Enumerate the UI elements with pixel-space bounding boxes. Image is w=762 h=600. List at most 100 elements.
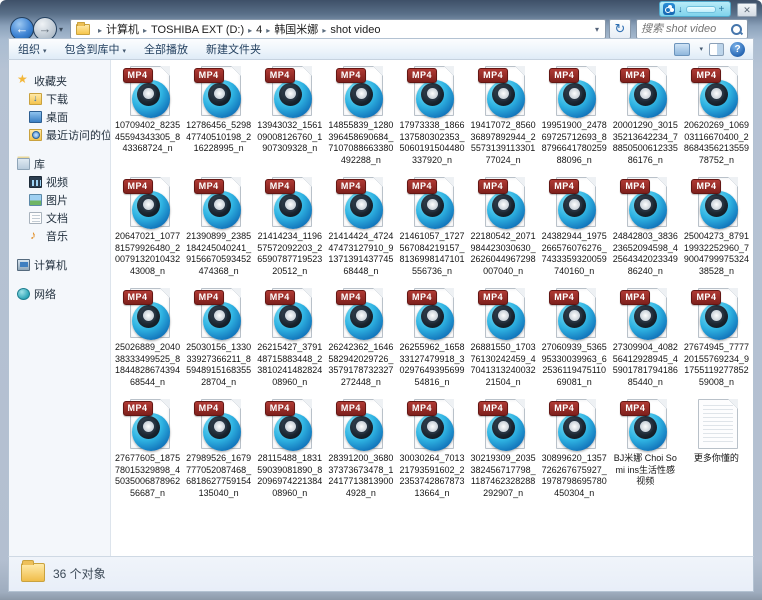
sidebar-item[interactable]: 文档 (29, 210, 110, 225)
file-item[interactable]: MP421414424_472447473127910_913713914377… (325, 174, 396, 285)
file-item[interactable]: MP421414234_119657572092203_265907877195… (254, 174, 325, 285)
file-name: 13943032_156109008126760_1907309328_n (256, 120, 323, 155)
file-name: 25026889_204038333499525_818448286743946… (114, 342, 181, 388)
mp4-file-icon: MP4 (478, 399, 528, 452)
file-item[interactable]: MP4 25026889_204038333499525_818448286743… (112, 285, 183, 396)
refresh-button[interactable]: ↻ (609, 19, 631, 39)
file-item[interactable]: MP425030156_133033927366211_859489151683… (183, 285, 254, 396)
file-item[interactable]: MP430899620_1357726267675927_19787986957… (539, 396, 610, 507)
mp4-badge: MP4 (549, 401, 579, 416)
breadcrumb-item[interactable]: 计算机 (106, 24, 139, 36)
file-item[interactable]: MP427989526_1679777052087468_68186277591… (183, 396, 254, 507)
mp4-badge: MP4 (407, 68, 437, 83)
file-item[interactable]: MP419951900_247869725712693_887966417802… (539, 63, 610, 174)
text-file-icon (691, 399, 741, 452)
sidebar-item[interactable]: 最近访问的位置 (29, 127, 110, 142)
file-item[interactable]: MP420001290_301535213642234_788505006123… (610, 63, 681, 174)
file-item[interactable]: MP420620269_106903116670400_286843562135… (681, 63, 752, 174)
toolbar-button[interactable]: 包含到库中▾ (56, 39, 136, 59)
file-item[interactable]: MP426242362_1646582942029726_35791787323… (325, 285, 396, 396)
file-item[interactable]: MP430030264_701321793591602_223537428678… (396, 396, 467, 507)
file-item[interactable]: MP413943032_156109008126760_1907309328_n (254, 63, 325, 174)
file-item[interactable]: 更多你懂的 (681, 396, 752, 507)
breadcrumb-separator-icon: ▸ (244, 26, 256, 35)
film-reel-icon (132, 191, 170, 229)
mp4-file-icon: MP4 (407, 177, 457, 230)
toolbar-button[interactable]: 全部播放 (135, 39, 197, 59)
history-dropdown-icon[interactable]: ▾ (59, 25, 63, 34)
file-item[interactable]: MP424842803_383623652094598_425643420233… (610, 174, 681, 285)
film-reel-icon (487, 413, 525, 451)
toolbar-button[interactable]: 新建文件夹 (197, 39, 270, 59)
preview-pane-icon[interactable] (709, 43, 724, 56)
file-item[interactable]: MP427060939_536595330039963_625361194751… (539, 285, 610, 396)
file-item[interactable]: MP426881550_170376130242459_470413132400… (468, 285, 539, 396)
breadcrumb-item[interactable]: shot video (330, 24, 380, 36)
mp4-badge: MP4 (407, 401, 437, 416)
breadcrumb-item[interactable]: 韩国米娜 (274, 24, 318, 36)
file-item[interactable]: MP427677605_187578015329898_450350068789… (112, 396, 183, 507)
file-name: BJ米娜 Choi Somi ins生活性感视频 (612, 453, 679, 488)
file-item[interactable]: MP417973338_1866137580302353_50601915044… (396, 63, 467, 174)
network-icon (17, 288, 30, 300)
sidebar-item[interactable]: 图片 (29, 192, 110, 207)
mp4-file-icon: MP4 (123, 177, 173, 230)
file-item[interactable]: MP422180542_2071984423030630_26260449672… (468, 174, 539, 285)
file-item[interactable]: MP427309904_408256412928945_459017817941… (610, 285, 681, 396)
explorer-window: ↓ + ✕ ← → ▾ ▸计算机▸TOSHIBA EXT (D:)▸4▸韩国米娜… (0, 0, 762, 600)
mp4-file-icon: MP4 (620, 66, 670, 119)
file-item[interactable]: MP412786456_529847740510198_216228995_n (183, 63, 254, 174)
file-item[interactable]: MP421390899_2385184245040241_91566705934… (183, 174, 254, 285)
mp4-badge: MP4 (194, 290, 224, 305)
file-item[interactable]: MP421461057_1727567084219157_81369981471… (396, 174, 467, 285)
file-item[interactable]: MP425004273_879119932252960_790047999753… (681, 174, 752, 285)
file-item[interactable]: MP426215427_379148715883448_238102414828… (254, 285, 325, 396)
change-view-dropdown-icon[interactable]: ▾ (699, 45, 703, 53)
film-reel-icon (203, 302, 241, 340)
sidebar-item[interactable]: 下载 (29, 91, 110, 106)
search-input[interactable] (637, 23, 730, 35)
file-item[interactable]: MP410709402_823545594343305_843368724_n (112, 63, 183, 174)
file-name: 24382944_1975266576076276_74333593200597… (541, 231, 608, 277)
file-item[interactable]: MP428391200_368037373673478_124177138139… (325, 396, 396, 507)
mp4-badge: MP4 (123, 290, 153, 305)
film-reel-icon (345, 413, 383, 451)
address-dropdown-icon[interactable]: ▾ (589, 25, 605, 34)
breadcrumb-item[interactable]: TOSHIBA EXT (D:) (151, 24, 244, 36)
search-icon[interactable] (730, 23, 743, 36)
file-item[interactable]: MP426255962_165833127479918_302976493956… (396, 285, 467, 396)
mp4-badge: MP4 (265, 401, 295, 416)
mp4-badge: MP4 (549, 290, 579, 305)
sidebar-item[interactable]: 计算机 (17, 257, 110, 272)
download-progress (686, 6, 716, 13)
file-item[interactable]: MP424382944_1975266576076276_74333593200… (539, 174, 610, 285)
file-name: 12786456_529847740510198_216228995_n (185, 120, 252, 155)
mp4-file-icon: MP4 (265, 399, 315, 452)
file-item[interactable]: MP4 BJ米娜 Choi Somi ins生活性感视频 (610, 396, 681, 507)
file-item[interactable]: MP427674945_777720155769234_917551192778… (681, 285, 752, 396)
documents-icon (29, 212, 42, 224)
file-item[interactable]: MP430219309_2035382456717798_11874623282… (468, 396, 539, 507)
sidebar-item[interactable]: 桌面 (29, 109, 110, 124)
sidebar-item[interactable]: 库 (17, 156, 110, 171)
download-widget[interactable]: ↓ + (659, 1, 731, 17)
file-item[interactable]: MP428115488_183159039081890_820969742213… (254, 396, 325, 507)
help-button[interactable]: ? (730, 42, 745, 57)
change-view-icon[interactable] (674, 43, 690, 56)
mp4-badge: MP4 (620, 401, 650, 416)
search-box[interactable] (636, 19, 748, 39)
file-item[interactable]: MP414855839_1280396458690684_71070886633… (325, 63, 396, 174)
sidebar-item[interactable]: 音乐 (29, 228, 110, 243)
toolbar-button[interactable]: 组织▾ (9, 39, 56, 59)
sidebar-item[interactable]: 网络 (17, 286, 110, 301)
close-button[interactable]: ✕ (737, 3, 757, 17)
address-bar[interactable]: ▸计算机▸TOSHIBA EXT (D:)▸4▸韩国米娜▸shot video … (70, 19, 606, 39)
mp4-file-icon: MP4 (265, 66, 315, 119)
add-download-icon[interactable]: + (719, 4, 725, 15)
mp4-file-icon: MP4 (123, 399, 173, 452)
file-item[interactable]: MP419417072_856036897892944_255731391133… (468, 63, 539, 174)
sidebar-item[interactable]: 视频 (29, 174, 110, 189)
mp4-file-icon: MP4 (336, 288, 386, 341)
file-item[interactable]: MP420647021_107781579926480_200791320104… (112, 174, 183, 285)
sidebar-item[interactable]: 收藏夹 (17, 73, 110, 88)
